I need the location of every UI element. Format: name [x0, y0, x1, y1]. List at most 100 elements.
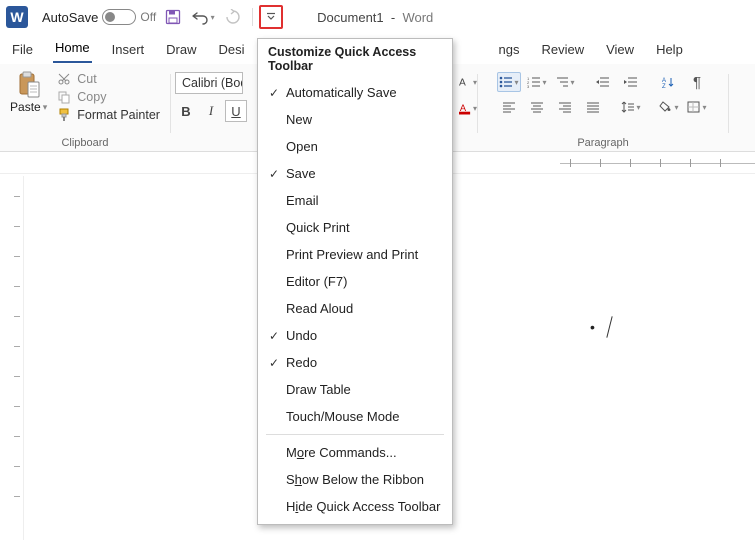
- clipboard-icon: [15, 70, 43, 100]
- customize-qat-button-highlight: [259, 5, 283, 29]
- menu-item-automatically-save[interactable]: ✓Automatically Save: [258, 79, 452, 106]
- tab-view[interactable]: View: [604, 38, 636, 63]
- customize-qat-menu: Customize Quick Access Toolbar ✓Automati…: [257, 38, 453, 525]
- customize-qat-button[interactable]: [264, 10, 279, 25]
- cut-button[interactable]: Cut: [57, 72, 160, 86]
- align-center-button[interactable]: [525, 97, 549, 117]
- sort-button[interactable]: AZ: [657, 72, 681, 92]
- svg-text:A: A: [459, 78, 466, 89]
- menu-item-touch-mouse-mode[interactable]: Touch/Mouse Mode: [258, 403, 452, 430]
- text-cursor: [606, 316, 612, 338]
- tab-obscured-tail[interactable]: ngs: [497, 38, 522, 63]
- show-marks-button[interactable]: ¶: [685, 72, 709, 92]
- increase-indent-button[interactable]: [619, 72, 643, 92]
- menu-item-label: Quick Print: [286, 220, 350, 235]
- menu-item-label: Read Aloud: [286, 301, 353, 316]
- menu-item-email[interactable]: Email: [258, 187, 452, 214]
- copy-button[interactable]: Copy: [57, 90, 160, 104]
- bold-button[interactable]: B: [175, 100, 197, 122]
- menu-item-redo[interactable]: ✓Redo: [258, 349, 452, 376]
- autosave-state: Off: [140, 10, 156, 24]
- copy-label: Copy: [77, 90, 106, 104]
- menu-item-new[interactable]: New: [258, 106, 452, 133]
- bullet-line: •: [590, 316, 610, 338]
- font-name-combo[interactable]: Calibri (Bod: [175, 72, 243, 94]
- justify-button[interactable]: [581, 97, 605, 117]
- tab-insert[interactable]: Insert: [110, 38, 147, 63]
- menu-item-print-preview-and-print[interactable]: Print Preview and Print: [258, 241, 452, 268]
- line-spacing-button[interactable]: ▾: [619, 97, 643, 117]
- paintbrush-icon: [57, 108, 71, 122]
- font-color-icon[interactable]: A▾: [459, 98, 477, 118]
- align-left-button[interactable]: [497, 97, 521, 117]
- menu-title: Customize Quick Access Toolbar: [258, 39, 452, 79]
- menu-item-label: Print Preview and Print: [286, 247, 418, 262]
- svg-text:Z: Z: [662, 84, 666, 88]
- menu-item-label: Email: [286, 193, 319, 208]
- menu-item-draw-table[interactable]: Draw Table: [258, 376, 452, 403]
- document-title: Document1 - Word: [317, 10, 433, 25]
- menu-item-label: New: [286, 112, 312, 127]
- font-right-sliver: A▾ A▾: [459, 70, 477, 151]
- autosave-label: AutoSave: [42, 10, 98, 25]
- tab-review[interactable]: Review: [539, 38, 586, 63]
- change-case-icon[interactable]: A▾: [459, 72, 477, 92]
- menu-more-commands[interactable]: More Commands...: [258, 439, 452, 466]
- title-bar: W AutoSave Off ▾ Document1 - Word: [0, 0, 755, 34]
- svg-text:A: A: [460, 103, 467, 113]
- undo-icon[interactable]: ▾: [190, 4, 216, 30]
- menu-show-below-ribbon[interactable]: Show Below the Ribbon: [258, 466, 452, 493]
- vertical-ruler[interactable]: [0, 176, 24, 540]
- group-font: Calibri (Bod B I U: [171, 70, 251, 151]
- group-paragraph: ▾ 123▾ ▾ AZ ¶: [478, 70, 728, 151]
- check-icon: ✓: [264, 329, 284, 343]
- shading-button[interactable]: ▾: [657, 97, 681, 117]
- menu-item-label: Draw Table: [286, 382, 351, 397]
- italic-button[interactable]: I: [200, 100, 222, 122]
- word-app-icon: W: [6, 6, 28, 28]
- borders-button[interactable]: ▾: [685, 97, 709, 117]
- bullet-dot-icon: •: [590, 319, 595, 335]
- menu-item-label: Redo: [286, 355, 317, 370]
- menu-item-editor-f7-[interactable]: Editor (F7): [258, 268, 452, 295]
- paste-button[interactable]: Paste▾: [10, 70, 51, 134]
- menu-item-undo[interactable]: ✓Undo: [258, 322, 452, 349]
- chevron-down-icon: ▾: [43, 102, 48, 113]
- scissors-icon: [57, 72, 71, 86]
- bullets-button[interactable]: ▾: [497, 72, 521, 92]
- copy-icon: [57, 90, 71, 104]
- menu-item-quick-print[interactable]: Quick Print: [258, 214, 452, 241]
- menu-hide-qat[interactable]: Hide Quick Access Toolbar: [258, 493, 452, 520]
- autosave-toggle[interactable]: AutoSave Off: [42, 9, 156, 25]
- tab-file[interactable]: File: [10, 38, 35, 63]
- paste-label: Paste: [10, 100, 41, 114]
- check-icon: ✓: [264, 167, 284, 181]
- menu-item-label: Touch/Mouse Mode: [286, 409, 399, 424]
- save-icon[interactable]: [160, 4, 186, 30]
- numbering-button[interactable]: 123▾: [525, 72, 549, 92]
- tab-design-partial[interactable]: Desi: [217, 38, 247, 63]
- group-clipboard: Paste▾ Cut Copy: [0, 70, 170, 151]
- tab-help[interactable]: Help: [654, 38, 685, 63]
- redo-icon[interactable]: [220, 4, 246, 30]
- menu-item-save[interactable]: ✓Save: [258, 160, 452, 187]
- menu-item-open[interactable]: Open: [258, 133, 452, 160]
- qat-separator: [252, 8, 253, 26]
- decrease-indent-button[interactable]: [591, 72, 615, 92]
- align-right-button[interactable]: [553, 97, 577, 117]
- check-icon: ✓: [264, 86, 284, 100]
- menu-item-label: Save: [286, 166, 316, 181]
- menu-item-label: Undo: [286, 328, 317, 343]
- underline-button[interactable]: U: [225, 100, 247, 122]
- toggle-switch[interactable]: [102, 9, 136, 25]
- format-painter-button[interactable]: Format Painter: [57, 108, 160, 122]
- tab-home[interactable]: Home: [53, 36, 92, 63]
- clipboard-group-label: Clipboard: [0, 137, 170, 149]
- cut-label: Cut: [77, 72, 96, 86]
- multilevel-list-button[interactable]: ▾: [553, 72, 577, 92]
- menu-item-label: Editor (F7): [286, 274, 347, 289]
- tab-draw[interactable]: Draw: [164, 38, 198, 63]
- menu-item-read-aloud[interactable]: Read Aloud: [258, 295, 452, 322]
- svg-text:3: 3: [527, 84, 530, 88]
- menu-item-label: Open: [286, 139, 318, 154]
